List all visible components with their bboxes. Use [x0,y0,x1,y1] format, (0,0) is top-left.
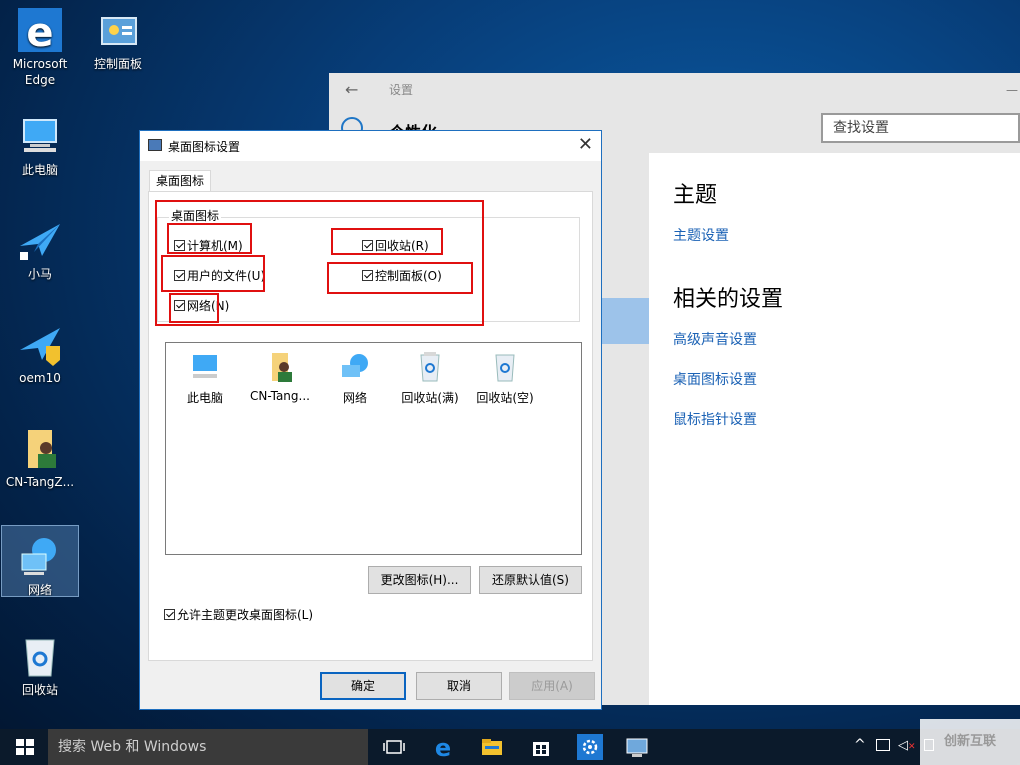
desktop-icon-settings-link[interactable]: 桌面图标设置 [673,369,757,389]
desktop-icon-label: oem10 [19,371,61,385]
settings-content: 主题 主题设置 相关的设置 高级声音设置 桌面图标设置 鼠标指针设置 [649,153,1020,705]
chevron-up-icon[interactable]: ^ [854,737,866,753]
section-related-heading: 相关的设置 [673,287,784,312]
task-view-icon[interactable] [381,734,407,760]
restore-default-button[interactable]: 还原默认值(S) [479,566,582,594]
watermark-text: 创新互联 [943,734,996,749]
checkbox-checked-icon [164,609,175,620]
minimize-icon[interactable]: — [1006,83,1018,97]
settings-window-title: 设置 [389,83,414,97]
desktop-icon-control-panel[interactable]: 控制面板 [80,0,156,80]
desktop-icon-label: Microsoft Edge [12,57,68,87]
desktop-icon-oem10[interactable]: oem10 [2,314,78,386]
list-item-label: 回收站(满) [401,391,459,405]
list-item[interactable]: 此电脑 [170,351,240,406]
annotation-red-box-user-files [161,255,265,292]
desktop-icon-settings-dialog: 桌面图标设置 ✕ 桌面图标 桌面图标 计算机(M) 回收站(R) 用户的文件(U… [139,130,602,710]
settings-search-input[interactable]: 查找设置 [821,113,1020,143]
change-icon-button[interactable]: 更改图标(H)... [368,566,471,594]
desktop-icon-network[interactable]: 网络 [1,525,79,597]
paper-plane-shield-icon [16,320,64,368]
computer-icon [16,112,64,160]
mouse-pointer-link[interactable]: 鼠标指针设置 [673,409,757,429]
recycle-bin-empty-icon [489,351,521,383]
taskbar-search-input[interactable]: 搜索 Web 和 Windows [48,729,368,765]
list-item[interactable]: 回收站(空) [470,351,540,406]
checkbox-label: 允许主题更改桌面图标(L) [177,608,314,622]
taskbar: 搜索 Web 和 Windows e ^ ◁✕ [0,729,1020,765]
desktop-icon-user-folder[interactable]: CN-TangZ... [2,418,78,490]
list-item[interactable]: 网络 [320,351,390,406]
store-icon[interactable] [528,734,554,760]
desktop-icon-label: 小马 [27,267,52,281]
back-arrow-icon[interactable]: ← [345,80,358,99]
file-explorer-icon[interactable] [479,734,505,760]
recycle-bin-icon [16,632,64,680]
start-windows-icon[interactable] [12,734,38,760]
svg-text:e: e [435,734,451,760]
edge-icon[interactable]: e [430,734,456,762]
cancel-button[interactable]: 取消 [416,672,502,700]
control-panel-icon [94,6,142,54]
ok-button[interactable]: 确定 [320,672,406,700]
network-globe-icon [339,351,371,383]
advanced-sound-link[interactable]: 高级声音设置 [673,329,757,349]
user-folder-icon [16,424,64,472]
list-item-label: 此电脑 [186,391,223,405]
tab-desktop-icons[interactable]: 桌面图标 [149,170,211,192]
monitor-icon [148,139,162,151]
annotation-red-box-control-panel [327,262,473,294]
desktop-icon-recycle-bin[interactable]: 回收站 [2,626,78,698]
computer-icon [189,351,221,383]
settings-gear-icon[interactable] [577,734,603,760]
desktop-icon-xiaoma[interactable]: 小马 [2,210,78,282]
icon-list: 此电脑 CN-Tang... 网络 回收站(满) 回收站(空) [165,342,582,555]
dialog-titlebar: 桌面图标设置 ✕ [140,131,601,161]
apply-button[interactable]: 应用(A) [509,672,595,700]
close-icon[interactable]: ✕ [578,134,593,155]
desktop-icon-label: 此电脑 [21,163,58,177]
annotation-red-box-recycle [331,228,443,255]
recycle-bin-full-icon [414,351,446,383]
watermark-logo: 创新互联 [920,719,1020,765]
desktop-icon-settings-taskbar-icon[interactable] [624,734,650,760]
theme-settings-link[interactable]: 主题设置 [673,225,729,245]
list-item-label: 网络 [342,391,367,405]
network-globe-icon [16,532,64,580]
section-theme-heading: 主题 [673,183,718,208]
volume-muted-icon[interactable]: ◁✕ [898,738,916,753]
annotation-red-box-network [169,293,219,323]
network-tray-icon[interactable] [876,739,890,751]
paper-plane-icon [16,216,64,264]
checkbox-allow-themes[interactable]: 允许主题更改桌面图标(L) [164,608,313,622]
dialog-title: 桌面图标设置 [168,140,241,154]
desktop-icon-label: 网络 [27,583,52,597]
desktop-icon-label: CN-TangZ... [5,475,75,489]
desktop-icon-this-pc[interactable]: 此电脑 [2,106,78,178]
list-item-label: 回收站(空) [476,391,534,405]
edge-icon: e [16,6,64,56]
svg-text:e: e [26,10,53,54]
list-item-label: CN-Tang... [250,389,310,403]
list-item[interactable]: CN-Tang... [245,351,315,403]
desktop-icon-label: 控制面板 [93,57,142,71]
annotation-red-box-computer [167,223,252,254]
user-folder-icon [264,351,296,383]
list-item[interactable]: 回收站(满) [395,351,465,406]
desktop-icon-label: 回收站 [21,683,58,697]
tab-pane: 桌面图标 计算机(M) 回收站(R) 用户的文件(U) 控制面板(O) 网络(N… [148,191,593,661]
desktop-icon-edge[interactable]: e Microsoft Edge [2,0,78,92]
